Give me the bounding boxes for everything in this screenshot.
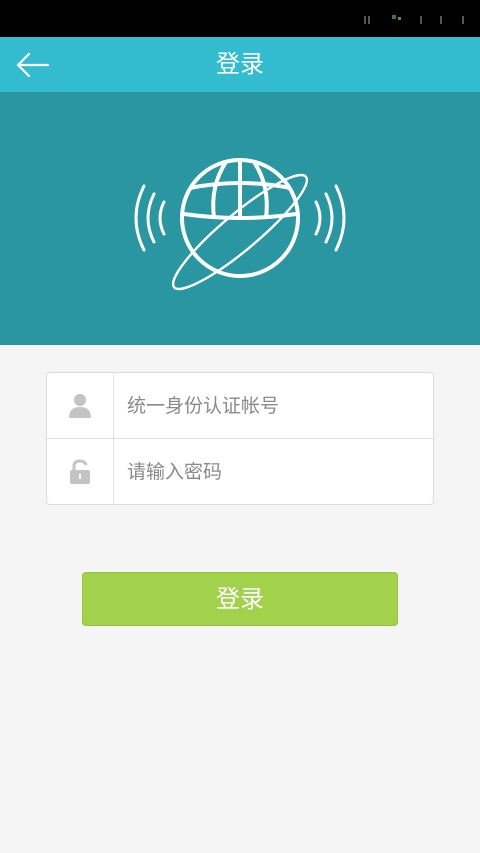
status-icons: [364, 15, 464, 24]
password-input[interactable]: [127, 452, 417, 492]
user-icon: [69, 394, 91, 418]
globe-orbit-signal-icon: [134, 158, 346, 291]
unlocked-padlock-icon: [70, 459, 90, 484]
hero-banner: [0, 92, 480, 345]
login-button[interactable]: 登录: [82, 572, 398, 626]
app-bar: 登录: [0, 37, 480, 92]
account-input[interactable]: [127, 386, 417, 426]
status-bar: [0, 0, 480, 37]
password-row: [47, 439, 433, 505]
account-row: [47, 373, 433, 439]
password-icon-cell: [47, 439, 114, 505]
login-form: [46, 372, 434, 505]
account-icon-cell: [47, 373, 114, 439]
page-title: 登录: [216, 50, 264, 78]
